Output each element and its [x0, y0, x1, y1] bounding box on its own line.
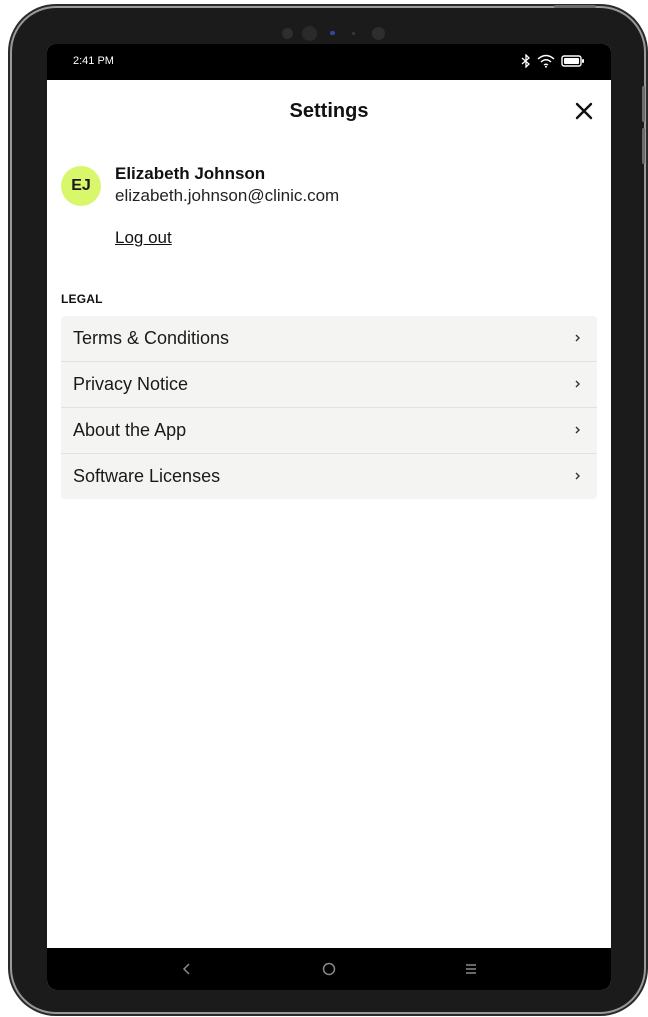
chevron-right-icon [575, 334, 580, 342]
battery-icon [561, 55, 584, 67]
camera-bar [282, 24, 402, 44]
logout-link[interactable]: Log out [115, 228, 172, 248]
header: Settings [47, 80, 611, 142]
chevron-right-icon [575, 426, 580, 434]
bluetooth-icon [521, 54, 530, 68]
navigation-bar [47, 948, 611, 990]
back-icon [182, 963, 190, 975]
camera-lens [302, 26, 317, 41]
list-item-label: Software Licenses [73, 466, 221, 486]
sensor-dot [372, 27, 385, 40]
list-item-privacy[interactable]: Privacy Notice [61, 362, 597, 408]
status-time: 2:41 PM [73, 55, 114, 67]
list-item-label: About the App [73, 420, 187, 440]
chevron-right-icon [575, 472, 580, 480]
chevron-right-icon [575, 380, 580, 388]
list-item-licenses[interactable]: Software Licenses [61, 454, 597, 499]
list-item-label: Terms & Conditions [73, 328, 230, 348]
sensor-dot [352, 32, 355, 35]
sensor-dot [282, 28, 293, 39]
legal-list: Terms & Conditions Privacy Notice About … [61, 316, 597, 499]
screen: 2:41 PM Settings EJ Elizabeth Johnson el… [47, 44, 611, 990]
profile-email: elizabeth.johnson@clinic.com [115, 186, 340, 205]
home-icon [322, 962, 336, 976]
avatar: EJ [61, 166, 101, 206]
list-item-terms[interactable]: Terms & Conditions [61, 316, 597, 362]
back-button[interactable] [177, 959, 197, 979]
menu-icon [466, 964, 476, 974]
status-icons [521, 53, 585, 69]
profile-section: EJ Elizabeth Johnson elizabeth.johnson@c… [61, 162, 591, 252]
volume-button [642, 86, 645, 122]
led-indicator [330, 31, 335, 35]
wifi-icon [537, 54, 555, 68]
close-icon [575, 102, 593, 120]
section-label-legal: LEGAL [61, 292, 103, 306]
home-button[interactable] [319, 959, 339, 979]
status-bar: 2:41 PM [47, 44, 611, 80]
page-title: Settings [289, 100, 369, 122]
list-item-label: Privacy Notice [73, 374, 189, 394]
profile-name: Elizabeth Johnson [115, 164, 266, 183]
top-button [554, 5, 596, 8]
power-button [642, 128, 645, 164]
close-button[interactable] [571, 98, 597, 124]
tablet-frame: 2:41 PM Settings EJ Elizabeth Johnson el… [12, 5, 645, 1012]
menu-button[interactable] [461, 959, 481, 979]
list-item-about[interactable]: About the App [61, 408, 597, 454]
